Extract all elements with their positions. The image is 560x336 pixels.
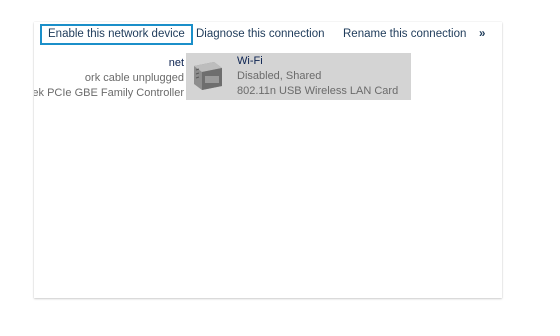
connection-item-ethernet[interactable]: net ork cable unplugged ek PCIe GBE Fami… [34,56,184,104]
diagnose-connection-button[interactable]: Diagnose this connection [196,25,325,44]
connections-list: net ork cable unplugged ek PCIe GBE Fami… [34,48,502,298]
wifi-details: Wi-Fi Disabled, Shared 802.11n USB Wirel… [237,54,398,99]
enable-network-device-button[interactable]: Enable this network device [40,24,193,45]
connection-name: Wi-Fi [237,55,263,67]
connection-adapter: 802.11n USB Wireless LAN Card [237,85,399,97]
network-connections-window: Enable this network device Diagnose this… [34,22,502,298]
connection-status: ork cable unplugged [84,72,184,84]
rename-connection-button[interactable]: Rename this connection [343,25,466,44]
more-commands-button[interactable]: » [479,25,485,44]
network-adapter-icon [194,62,222,90]
command-bar: Enable this network device Diagnose this… [34,22,502,47]
connection-status: Disabled, Shared [237,70,322,82]
connection-adapter: ek PCIe GBE Family Controller [34,87,184,99]
connection-item-wifi[interactable]: Wi-Fi Disabled, Shared 802.11n USB Wirel… [186,53,411,100]
connection-name: net [168,57,184,69]
